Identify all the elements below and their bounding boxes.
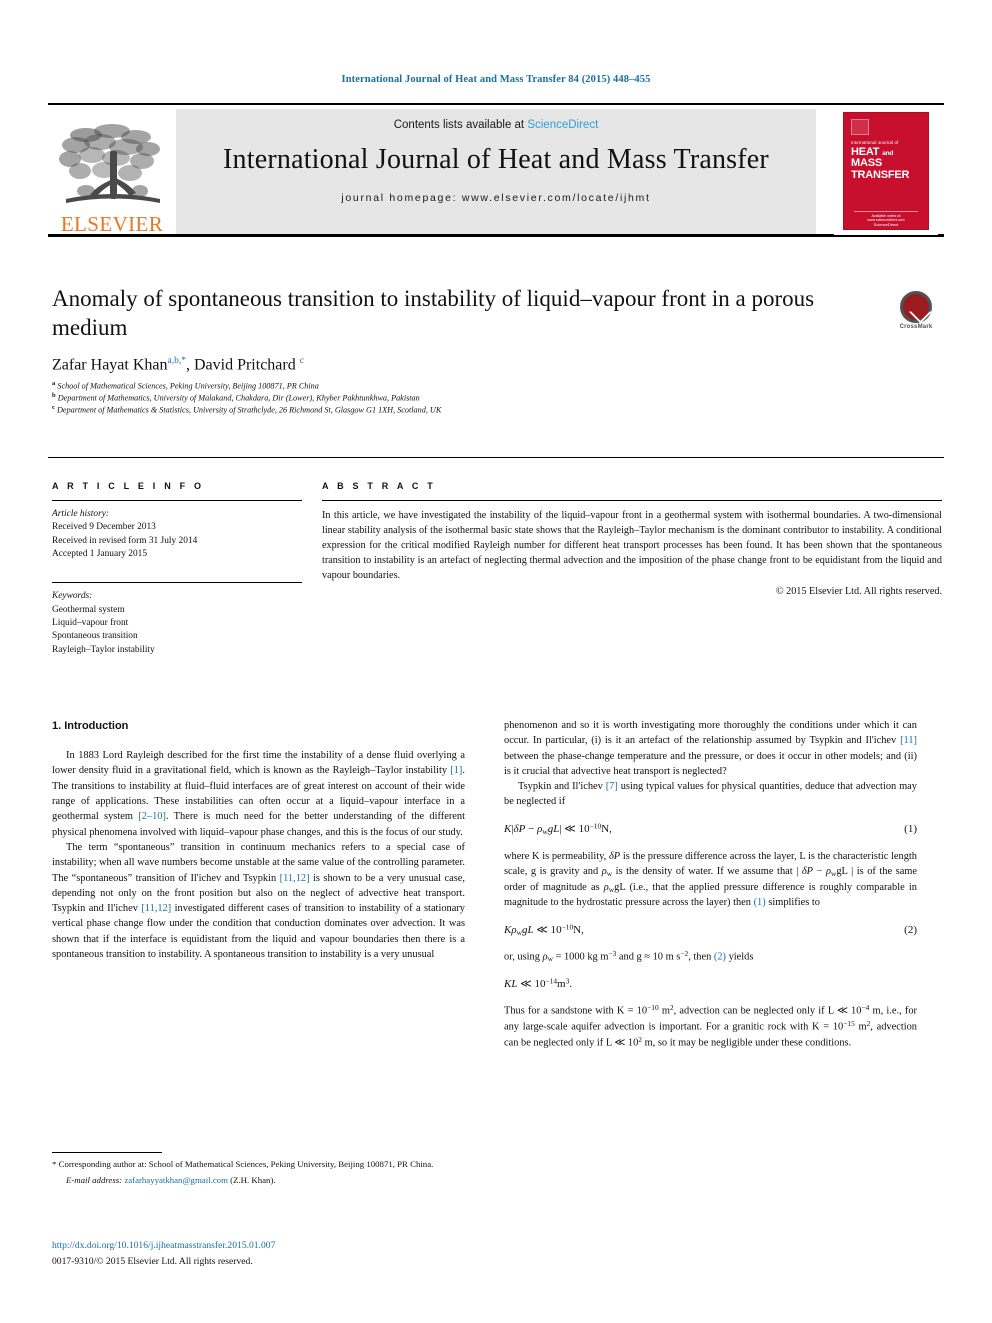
email-note: E-mail address: zafarhayyatkhan@gmail.co… — [52, 1174, 465, 1187]
paragraph-intro-3: Tsypkin and Il'ichev [7] using typical v… — [504, 781, 917, 808]
contents-prefix: Contents lists available at — [393, 119, 528, 131]
citation-ref[interactable]: [11] — [900, 735, 917, 746]
masthead-center-panel: Contents lists available at ScienceDirec… — [176, 109, 816, 234]
contents-available-line: Contents lists available at ScienceDirec… — [394, 119, 599, 131]
info-band-top-rule — [48, 457, 944, 458]
equation-1-number: (1) — [904, 822, 917, 835]
keyword-item: Rayleigh–Taylor instability — [52, 644, 155, 655]
article-info-column: A R T I C L E I N F O Article history: R… — [52, 481, 302, 657]
issn-copyright-line: 0017-9310/© 2015 Elsevier Ltd. All right… — [52, 1256, 253, 1267]
keyword-item: Geothermal system — [52, 604, 125, 615]
citation-ref[interactable]: [11,12] — [141, 903, 171, 914]
cover-footer-link: ScienceDirect — [873, 222, 899, 227]
equation-3-body: KL ≪ 10−14m3. — [504, 976, 573, 991]
equation-2-number: (2) — [904, 923, 917, 936]
citation-ref[interactable]: [7] — [606, 781, 618, 792]
body-column-left: 1. Introduction In 1883 Lord Rayleigh de… — [52, 718, 465, 962]
keywords-block: Keywords: Geothermal system Liquid–vapou… — [52, 590, 302, 657]
keywords-rule — [52, 582, 302, 584]
affiliation-mark-b: b — [52, 392, 56, 399]
equation-1-body: K|δP − ρwgL| ≪ 10−10N, — [504, 821, 612, 836]
abstract-column: A B S T R A C T In this article, we have… — [322, 481, 942, 597]
keywords-label: Keywords: — [52, 591, 93, 602]
affiliation-b: b Department of Mathematics, University … — [52, 392, 882, 404]
abstract-rule — [322, 500, 942, 501]
footnote-block: * Corresponding author at: School of Mat… — [52, 1152, 465, 1187]
cover-elsevier-icon — [851, 119, 869, 135]
article-history-block: Article history: Received 9 December 201… — [52, 508, 302, 561]
paragraph-after-eq2: or, using ρw = 1000 kg m−3 and g ≈ 10 m … — [504, 949, 754, 964]
email-address-link[interactable]: zafarhayyatkhan@gmail.com — [124, 1175, 228, 1185]
body-column-right: phenomenon and so it is worth investigat… — [504, 718, 917, 1050]
article-history-label: Article history: — [52, 509, 110, 519]
equation-3: KL ≪ 10−14m3. — [504, 976, 917, 992]
cover-title: HEAT and MASS TRANSFER — [851, 146, 922, 181]
affiliation-mark-a: a — [52, 380, 56, 387]
doi-link[interactable]: http://dx.doi.org/10.1016/j.ijheatmasstr… — [52, 1240, 472, 1251]
article-history-item: Accepted 1 January 2015 — [52, 549, 148, 560]
crossmark-badge[interactable]: CrossMark — [888, 288, 944, 332]
elsevier-tree-icon — [59, 124, 160, 203]
elsevier-logo: ELSEVIER — [48, 109, 176, 235]
cover-superline: International Journal of — [851, 140, 899, 145]
citation-ref[interactable]: [11,12] — [280, 873, 310, 884]
keyword-item: Spontaneous transition — [52, 631, 138, 642]
affiliation-text-a: School of Mathematical Sciences, Peking … — [57, 381, 319, 391]
journal-masthead: ELSEVIER Contents lists available at Sci… — [48, 103, 944, 237]
equation-2: KρwgL ≪ 10−10N, (2) — [504, 922, 917, 939]
affiliation-text-b: Department of Mathematics, University of… — [57, 393, 420, 403]
crossmark-icon — [900, 290, 932, 323]
corresponding-author-note: * Corresponding author at: School of Mat… — [52, 1159, 434, 1169]
cover-line1: HEAT — [851, 146, 880, 158]
abstract-heading: A B S T R A C T — [322, 481, 436, 491]
equation-2-body: KρwgL ≪ 10−10N, — [504, 922, 584, 937]
paragraph-after-eq1: where K is permeability, δP is the press… — [504, 850, 917, 909]
equation-1: K|δP − ρwgL| ≪ 10−10N, (1) — [504, 821, 917, 838]
keyword-item: Liquid–vapour front — [52, 618, 129, 629]
paragraph-intro-2: The term “spontaneous” transition in con… — [52, 841, 465, 961]
abstract-copyright: © 2015 Elsevier Ltd. All rights reserved… — [775, 585, 942, 597]
cover-line3: TRANSFER — [851, 168, 910, 181]
running-head: International Journal of Heat and Mass T… — [341, 74, 651, 85]
crossmark-label: CrossMark — [899, 323, 933, 330]
citation-ref[interactable]: [1] — [450, 765, 462, 776]
page-title: Anomaly of spontaneous transition to ins… — [52, 286, 815, 341]
journal-title: International Journal of Heat and Mass T… — [223, 144, 769, 175]
section-heading-introduction: 1. Introduction — [52, 720, 129, 732]
article-history-item: Received 9 December 2013 — [52, 522, 156, 533]
affiliation-a: a School of Mathematical Sciences, Pekin… — [52, 380, 882, 392]
affiliation-text-c: Department of Mathematics & Statistics, … — [56, 405, 442, 415]
affiliation-mark-c: c — [52, 404, 55, 411]
affiliation-c: c Department of Mathematics & Statistics… — [52, 404, 882, 416]
cover-and: and — [882, 150, 894, 157]
citation-ref[interactable]: [2–10] — [138, 811, 166, 822]
journal-article-page: International Journal of Heat and Mass T… — [0, 0, 992, 1323]
paragraph-intro-1: In 1883 Lord Rayleigh described for the … — [52, 750, 465, 838]
cover-footer-small: Available online at www.sciencedirect.co… — [854, 211, 918, 222]
article-history-item: Received in revised form 31 July 2014 — [52, 535, 198, 546]
footnote-rule — [52, 1152, 162, 1153]
abstract-text: In this article, we have investigated th… — [322, 510, 942, 581]
elsevier-wordmark: ELSEVIER — [60, 212, 164, 236]
author-list: Zafar Hayat Khana,b,*, David Pritchard c — [52, 356, 304, 374]
article-title-block: Anomaly of spontaneous transition to ins… — [52, 284, 832, 343]
equation-ref[interactable]: (2) — [714, 952, 726, 963]
email-suffix: (Z.H. Khan). — [230, 1174, 276, 1185]
sciencedirect-link[interactable]: ScienceDirect — [527, 119, 598, 131]
paragraph-sandstone: Thus for a sandstone with K = 10−10 m2, … — [504, 1003, 917, 1049]
journal-cover-thumbnail[interactable]: International Journal of HEAT and MASS T… — [834, 107, 938, 235]
email-label: E-mail address: — [66, 1174, 123, 1185]
paragraph-intro-2-cont: phenomenon and so it is worth investigat… — [504, 720, 917, 777]
article-info-heading: A R T I C L E I N F O — [52, 481, 205, 491]
equation-ref[interactable]: (1) — [754, 897, 766, 908]
article-info-rule — [52, 500, 302, 501]
journal-homepage-link[interactable]: journal homepage: www.elsevier.com/locat… — [341, 192, 650, 204]
cover-line2: MASS — [851, 157, 882, 170]
